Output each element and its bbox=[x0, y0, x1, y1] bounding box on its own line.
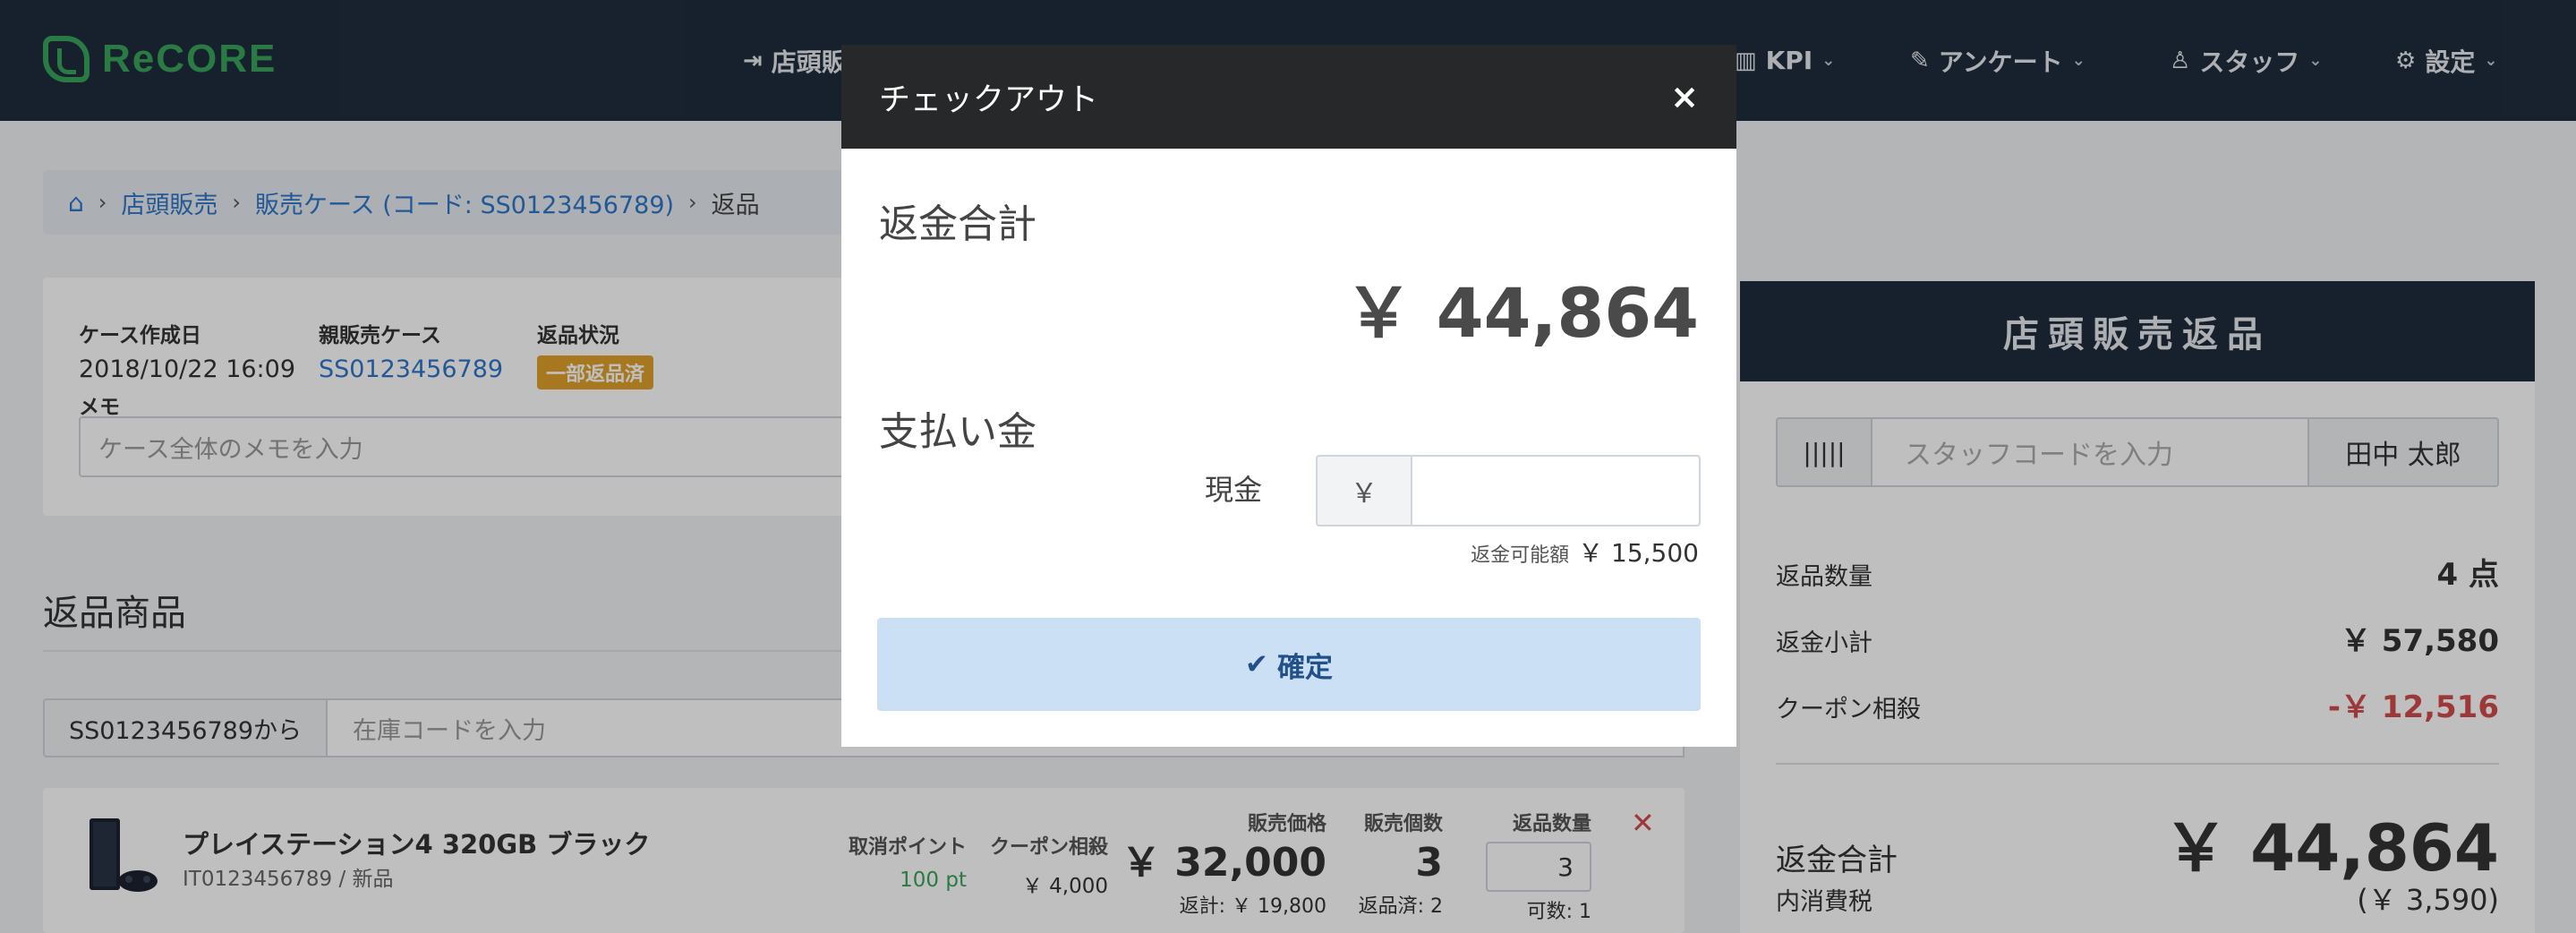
payment-label: 支払い金 bbox=[879, 409, 1036, 455]
yen-addon: ￥ bbox=[1316, 455, 1412, 526]
checkout-modal: チェックアウト × 返金合計 ￥ 44,864 支払い金 現金 ￥ 返金可能額 … bbox=[841, 45, 1736, 747]
check-icon: ✔ bbox=[1245, 648, 1268, 680]
confirm-label: 確定 bbox=[1276, 651, 1333, 684]
refund-total-amount: ￥ 44,864 bbox=[1344, 273, 1699, 353]
modal-title: チェックアウト bbox=[879, 81, 1099, 118]
refundable-amount: 返金可能額 ￥ 15,500 bbox=[1471, 534, 1699, 569]
confirm-button[interactable]: ✔ 確定 bbox=[877, 618, 1701, 711]
modal-header: チェックアウト × bbox=[841, 45, 1736, 149]
cash-input-group: ￥ bbox=[1316, 455, 1701, 526]
refundable-label: 返金可能額 bbox=[1471, 544, 1570, 567]
close-icon[interactable]: × bbox=[1670, 77, 1699, 116]
cash-amount-input[interactable] bbox=[1412, 455, 1701, 526]
cash-label: 現金 bbox=[1205, 473, 1263, 507]
refundable-value: ￥ 15,500 bbox=[1578, 538, 1699, 568]
refund-total-label: 返金合計 bbox=[879, 201, 1036, 247]
